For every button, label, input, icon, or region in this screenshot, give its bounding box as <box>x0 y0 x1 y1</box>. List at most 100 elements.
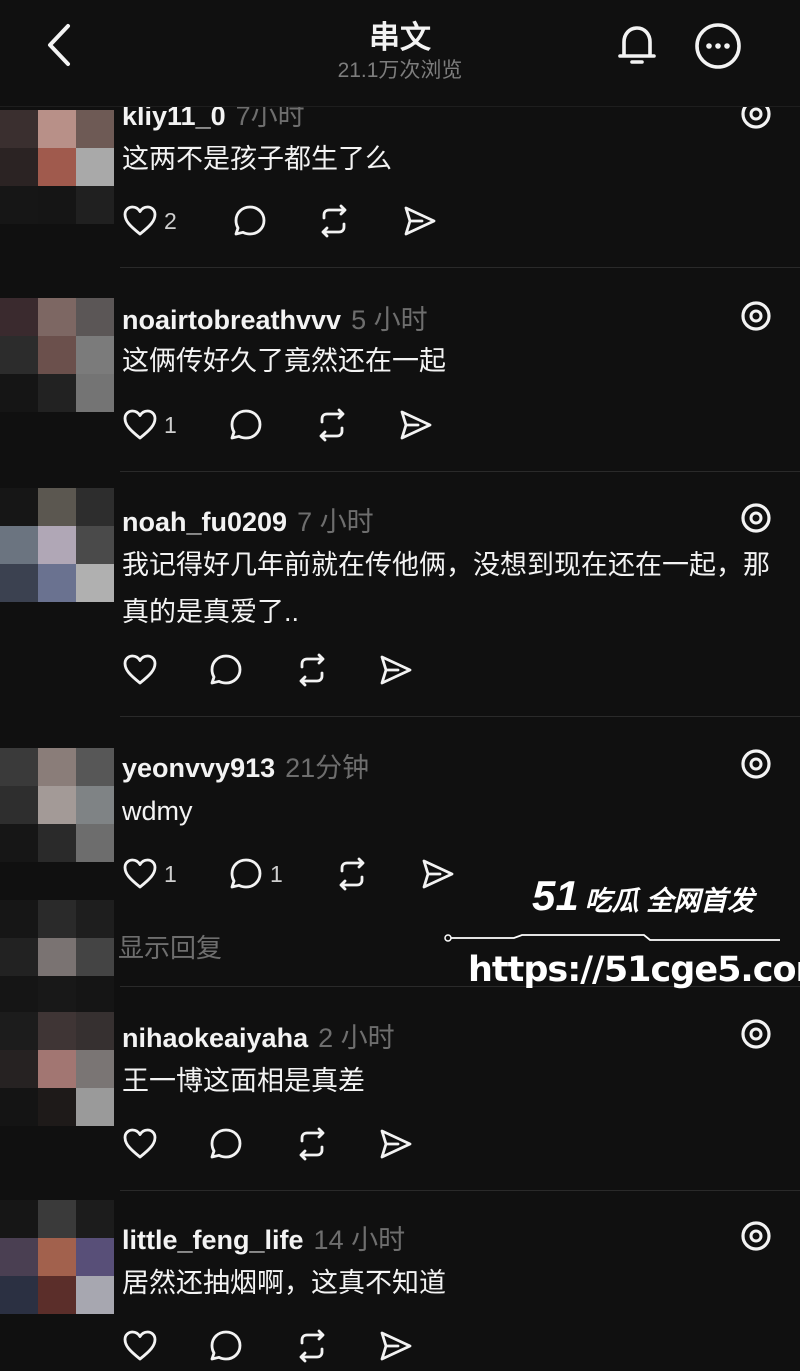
like-button[interactable] <box>122 650 158 690</box>
repost-icon <box>321 204 347 238</box>
timestamp: 5 小时 <box>351 305 428 335</box>
reply-button[interactable] <box>208 1124 244 1164</box>
more-icon[interactable] <box>692 20 744 72</box>
comment-icon <box>230 409 262 440</box>
share-icon <box>380 1129 412 1159</box>
comment-text: wdmy <box>122 796 193 826</box>
share-button[interactable] <box>378 1326 414 1366</box>
username[interactable]: nihaokeaiyaha <box>122 1023 308 1053</box>
reply-button[interactable] <box>208 650 244 690</box>
heart-icon <box>123 1128 157 1159</box>
repost-icon <box>299 1329 325 1363</box>
timestamp: 2 小时 <box>318 1023 395 1053</box>
watermark-brand: 51 吃瓜 全网首发 <box>532 872 754 920</box>
repost-button[interactable] <box>314 405 350 445</box>
comment-text: 这俩传好久了竟然还在一起 <box>122 346 446 376</box>
heart-icon <box>123 205 157 236</box>
repost-icon <box>299 653 325 687</box>
show-replies-link[interactable]: 显示回复 <box>118 928 222 965</box>
repost-button[interactable] <box>294 1124 330 1164</box>
comment-icon <box>210 1330 242 1361</box>
like-count: 1 <box>164 411 177 438</box>
threads-icon[interactable] <box>738 1016 774 1052</box>
like-button[interactable]: 1 <box>122 854 177 894</box>
share-icon <box>400 410 432 440</box>
username[interactable]: yeonvvy913 <box>122 753 275 783</box>
username[interactable]: noairtobreathvvv <box>122 305 341 335</box>
comment-meta: little_feng_life 14 小时 <box>122 1218 405 1257</box>
username[interactable]: little_feng_life <box>122 1225 304 1255</box>
comment-text: 这两不是孩子都生了么 <box>122 144 392 174</box>
watermark-tagline: 吃瓜 全网首发 <box>584 886 755 916</box>
reply-button[interactable]: 1 <box>228 854 283 894</box>
divider <box>120 1190 800 1191</box>
reply-button[interactable] <box>208 1326 244 1366</box>
threads-icon[interactable] <box>738 298 774 334</box>
divider <box>120 716 800 717</box>
repost-button[interactable] <box>294 650 330 690</box>
like-count: 1 <box>164 860 177 887</box>
like-button[interactable] <box>122 1326 158 1366</box>
threads-icon[interactable] <box>738 500 774 536</box>
comment-icon <box>230 858 262 889</box>
view-count: 21.1万次浏览 <box>337 59 463 82</box>
page-title: 串文 <box>369 20 431 55</box>
heart-icon <box>123 858 157 889</box>
watermark-number: 51 <box>532 872 579 919</box>
watermark-url: https://51cge5.com <box>468 950 800 990</box>
divider <box>120 267 800 268</box>
comment-feed: kliy11_0 7小时 这两不是孩子都生了么 2 noairtobreathv… <box>0 0 800 1371</box>
avatar[interactable] <box>0 110 114 224</box>
timestamp: 21分钟 <box>285 753 370 783</box>
like-button[interactable]: 2 <box>122 201 177 241</box>
repost-button[interactable] <box>316 201 352 241</box>
like-count: 2 <box>164 207 177 234</box>
top-nav-bar: 串文 21.1万次浏览 <box>0 0 800 107</box>
avatar[interactable] <box>0 900 114 1014</box>
reply-button[interactable] <box>232 201 268 241</box>
threads-icon[interactable] <box>738 1218 774 1254</box>
threads-icon[interactable] <box>738 746 774 782</box>
bell-icon[interactable] <box>612 20 662 70</box>
divider <box>120 471 800 472</box>
comment-text: 居然还抽烟啊，这真不知道 <box>122 1268 446 1298</box>
share-icon <box>380 1331 412 1361</box>
watermark: 51 吃瓜 全网首发 https://51cge5.com <box>440 872 800 1002</box>
avatar[interactable] <box>0 298 114 412</box>
repost-button[interactable] <box>294 1326 330 1366</box>
timestamp: 7 小时 <box>297 507 374 537</box>
repost-button[interactable] <box>334 854 370 894</box>
comment-meta: noairtobreathvvv 5 小时 <box>122 298 428 337</box>
comment-text: 我记得好几年前就在传他俩，没想到现在还在一起，那真的是真爱了.. <box>122 550 770 627</box>
circuit-line-icon <box>444 934 780 942</box>
share-icon <box>380 655 412 685</box>
comment-icon <box>210 1128 242 1159</box>
share-icon <box>404 206 436 236</box>
share-button[interactable] <box>378 1124 414 1164</box>
like-button[interactable]: 1 <box>122 405 177 445</box>
heart-icon <box>123 409 157 440</box>
avatar[interactable] <box>0 488 114 602</box>
comment-icon <box>210 654 242 685</box>
share-button[interactable] <box>398 405 434 445</box>
heart-icon <box>123 654 157 685</box>
comment-text: 王一博这面相是真差 <box>122 1066 365 1096</box>
share-button[interactable] <box>402 201 438 241</box>
comment-meta: yeonvvy913 21分钟 <box>122 746 369 785</box>
avatar[interactable] <box>0 1012 114 1126</box>
reply-button[interactable] <box>228 405 264 445</box>
like-button[interactable] <box>122 1124 158 1164</box>
comment-icon <box>234 205 266 236</box>
repost-icon <box>299 1127 325 1161</box>
comment-meta: noah_fu0209 7 小时 <box>122 500 374 539</box>
timestamp: 14 小时 <box>313 1225 406 1255</box>
reply-count: 1 <box>270 860 283 887</box>
username[interactable]: noah_fu0209 <box>122 507 287 537</box>
repost-icon <box>319 408 345 442</box>
avatar[interactable] <box>0 1200 114 1314</box>
share-button[interactable] <box>378 650 414 690</box>
avatar[interactable] <box>0 748 114 862</box>
heart-icon <box>123 1330 157 1361</box>
comment-meta: nihaokeaiyaha 2 小时 <box>122 1016 395 1055</box>
repost-icon <box>339 857 365 891</box>
